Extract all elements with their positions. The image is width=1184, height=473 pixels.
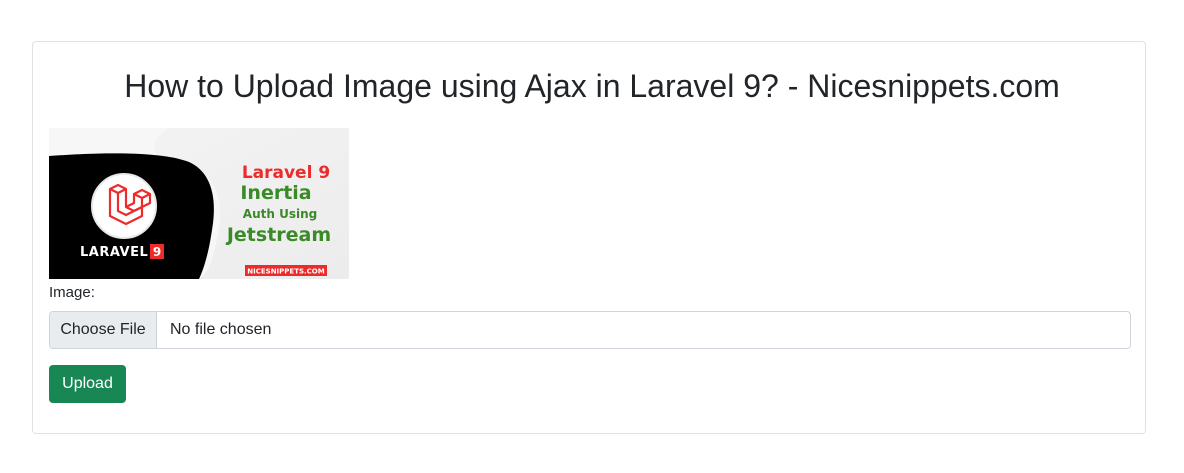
preview-headline-4: Jetstream xyxy=(225,224,331,246)
file-status-text: No file chosen xyxy=(170,321,272,338)
preview-headline-1: Laravel 9 xyxy=(242,163,330,183)
upload-button[interactable]: Upload xyxy=(49,365,126,403)
choose-file-button[interactable]: Choose File xyxy=(50,312,157,348)
preview-headline-2: Inertia xyxy=(240,182,311,204)
preview-footer-tag: NICESNIPPETS.COM xyxy=(247,268,324,276)
preview-image: LARAVEL 9 Laravel 9 Inertia Auth Using J… xyxy=(49,128,349,279)
image-file-input[interactable]: Choose File No file chosen xyxy=(49,311,1131,349)
preview-brand-text: LARAVEL xyxy=(80,245,148,260)
image-field-label: Image: xyxy=(49,284,95,301)
preview-brand-version: 9 xyxy=(153,245,161,259)
preview-headline-3: Auth Using xyxy=(243,207,317,221)
page-title: How to Upload Image using Ajax in Larave… xyxy=(124,68,1060,104)
